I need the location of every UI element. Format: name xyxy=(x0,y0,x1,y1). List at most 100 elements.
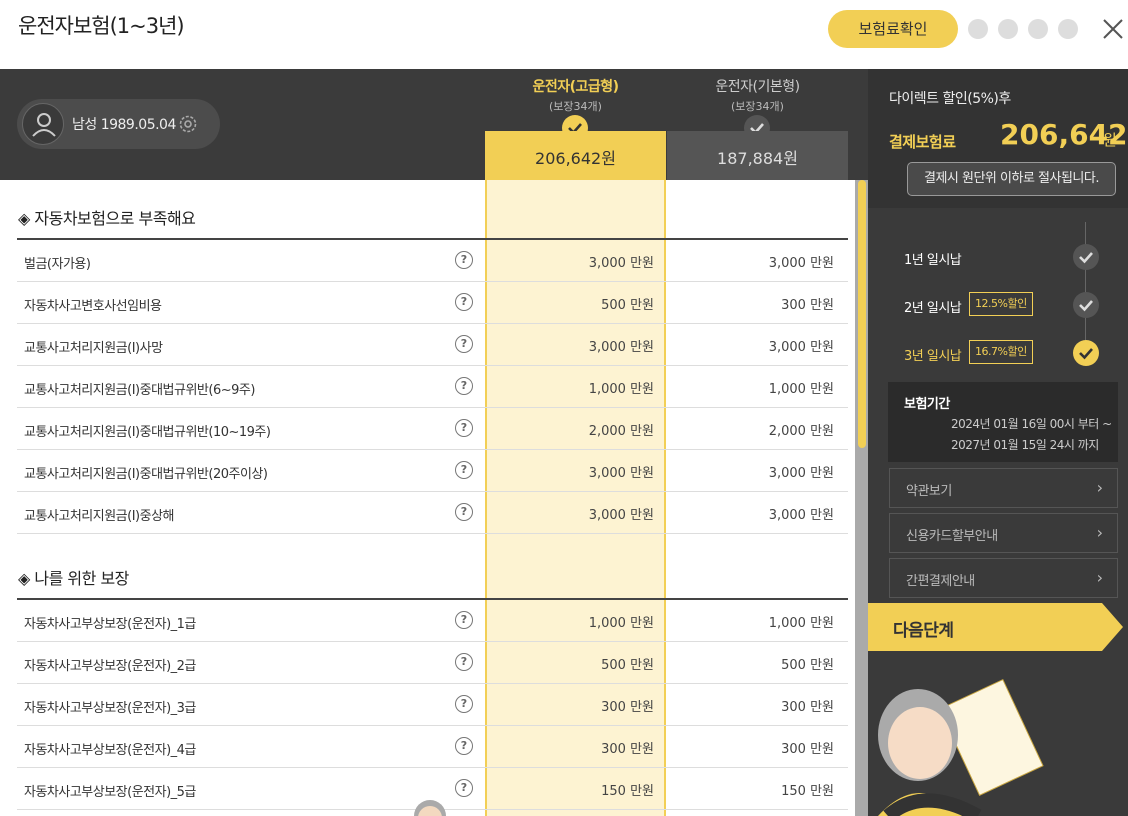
chevron-right-icon: › xyxy=(1096,478,1103,497)
coverage-row: 자동차사고부상보장(운전자)_4급? 300 만원 300 만원 xyxy=(17,726,848,768)
term-option-2y[interactable]: 2년 일시납 xyxy=(904,297,962,316)
plan-premium-price[interactable]: 206,642원 xyxy=(485,131,666,180)
help-icon[interactable]: ? xyxy=(455,737,473,755)
coverage-value-premium: 150 만원 xyxy=(601,784,654,799)
coverage-row: 자동차사고부상보장(운전자)_3급? 300 만원 300 만원 xyxy=(17,684,848,726)
coverage-label: 교통사고처리지원금(I)사망 xyxy=(24,341,163,356)
coverage-value-basic: 2,000 만원 xyxy=(768,424,834,439)
coverage-value-premium: 500 만원 xyxy=(601,298,654,313)
plan-basic-price[interactable]: 187,884원 xyxy=(667,131,848,180)
check-icon[interactable] xyxy=(1073,340,1099,366)
coverage-label: 자동차사고부상보장(운전자)_5급 xyxy=(24,785,196,800)
step-dot xyxy=(1028,19,1048,39)
plan-premium-header[interactable]: 운전자(고급형) (보장34개) xyxy=(485,76,666,114)
coverage-value-basic: 300 만원 xyxy=(781,298,834,313)
help-icon[interactable]: ? xyxy=(455,293,473,311)
coverage-row: 교통사고처리지원금(I)중상해? 3,000 만원 3,000 만원 xyxy=(17,492,848,534)
step-dot xyxy=(968,19,988,39)
term-option-3y[interactable]: 3년 일시납 xyxy=(904,345,962,364)
coverage-label: 자동차사고변호사선임비용 xyxy=(24,299,162,314)
coverage-label: 벌금(자가용) xyxy=(24,257,91,272)
help-icon[interactable]: ? xyxy=(455,653,473,671)
character-illustration xyxy=(414,800,446,816)
card-installment-link-button[interactable]: 신용카드할부안내 › xyxy=(889,513,1118,553)
gear-icon[interactable] xyxy=(176,112,200,136)
coverage-value-premium: 1,000 만원 xyxy=(588,382,654,397)
plan-basic-sub: (보장34개) xyxy=(731,100,784,113)
help-icon[interactable]: ? xyxy=(455,377,473,395)
coverage-value-premium: 500 만원 xyxy=(601,658,654,673)
close-icon[interactable] xyxy=(1100,16,1126,42)
section-title: ◈ 나를 위한 보장 xyxy=(18,569,129,588)
coverage-label: 자동차사고부상보장(운전자)_3급 xyxy=(24,701,196,716)
chevron-right-icon: › xyxy=(1096,568,1103,587)
pay-label: 결제보험료 xyxy=(889,133,956,151)
coverage-label: 교통사고처리지원금(I)중대법규위반(20주이상) xyxy=(24,467,268,482)
scrollbar-thumb[interactable] xyxy=(858,180,866,448)
coverage-row: 자동차사고부상보장(운전자)_1급? 1,000 만원 1,000 만원 xyxy=(17,600,848,642)
help-icon[interactable]: ? xyxy=(455,419,473,437)
easy-pay-link-button[interactable]: 간편결제안내 › xyxy=(889,558,1118,598)
help-icon[interactable]: ? xyxy=(455,611,473,629)
next-step-label: 다음단계 xyxy=(893,621,954,641)
coverage-value-basic: 3,000 만원 xyxy=(768,508,834,523)
term-discount-badge: 16.7%할인 xyxy=(969,340,1033,364)
coverage-value-premium: 3,000 만원 xyxy=(588,256,654,271)
plan-premium-sub: (보장34개) xyxy=(549,100,602,113)
card-installment-link-label: 신용카드할부안내 xyxy=(906,529,998,544)
page-title: 운전자보험(1~3년) xyxy=(18,14,185,38)
coverage-value-premium: 3,000 만원 xyxy=(588,466,654,481)
insurance-period-to: 2027년 01월 15일 24시 까지 xyxy=(951,438,1099,452)
help-icon[interactable]: ? xyxy=(455,695,473,713)
pay-currency: 원 xyxy=(1103,131,1117,149)
terms-link-button[interactable]: 약관보기 › xyxy=(889,468,1118,508)
user-info-text: 남성 1989.05.04 xyxy=(72,117,176,133)
coverage-value-premium: 300 만원 xyxy=(601,742,654,757)
coverage-label: 교통사고처리지원금(I)중대법규위반(10~19주) xyxy=(24,425,271,440)
coverage-value-basic: 1,000 만원 xyxy=(768,616,834,631)
coverage-label: 교통사고처리지원금(I)중대법규위반(6~9주) xyxy=(24,383,255,398)
coverage-value-basic: 3,000 만원 xyxy=(768,340,834,355)
plan-basic-header[interactable]: 운전자(기본형) (보장34개) xyxy=(667,76,848,114)
coverage-row: 교통사고처리지원금(I)중대법규위반(20주이상)? 3,000 만원 3,000 … xyxy=(17,450,848,492)
section-title: ◈ 자동차보험으로 부족해요 xyxy=(18,209,196,228)
coverage-label: 자동차사고부상보장(운전자)_2급 xyxy=(24,659,196,674)
driver-illustration xyxy=(878,678,1044,816)
coverage-value-basic: 150 만원 xyxy=(781,784,834,799)
coverage-value-premium: 2,000 만원 xyxy=(588,424,654,439)
coverage-value-basic: 300 만원 xyxy=(781,742,834,757)
term-option-1y[interactable]: 1년 일시납 xyxy=(904,249,962,268)
help-icon[interactable]: ? xyxy=(455,335,473,353)
term-connector-line xyxy=(1085,222,1086,352)
coverage-value-basic: 3,000 만원 xyxy=(768,256,834,271)
coverage-label: 자동차사고부상보장(운전자)_4급 xyxy=(24,743,196,758)
coverage-value-basic: 500 만원 xyxy=(781,658,834,673)
coverage-row: 자동차사고변호사선임비용? 500 만원 300 만원 xyxy=(17,282,848,324)
help-icon[interactable]: ? xyxy=(455,779,473,797)
check-icon[interactable] xyxy=(1073,244,1099,270)
help-icon[interactable]: ? xyxy=(455,503,473,521)
coverage-value-premium: 1,000 만원 xyxy=(588,616,654,631)
coverage-row: 벌금(자가용)? 3,000 만원 3,000 만원 xyxy=(17,240,848,282)
easy-pay-link-label: 간편결제안내 xyxy=(906,574,975,589)
coverage-value-basic: 3,000 만원 xyxy=(768,466,834,481)
coverage-row: 교통사고처리지원금(I)사망? 3,000 만원 3,000 만원 xyxy=(17,324,848,366)
user-avatar-icon xyxy=(22,103,64,145)
coverage-value-basic: 1,000 만원 xyxy=(768,382,834,397)
premium-check-button[interactable]: 보험료확인 xyxy=(828,10,958,48)
plan-basic-name: 운전자(기본형) xyxy=(715,79,800,95)
step-dot xyxy=(1058,19,1078,39)
insurance-period-title: 보험기간 xyxy=(904,397,950,412)
coverage-row: 교통사고처리지원금(I)중대법규위반(10~19주)? 2,000 만원 2,000… xyxy=(17,408,848,450)
help-icon[interactable]: ? xyxy=(455,251,473,269)
terms-link-label: 약관보기 xyxy=(906,484,952,499)
help-icon[interactable]: ? xyxy=(455,461,473,479)
step-dot xyxy=(998,19,1018,39)
coverage-row: 자동차사고부상보장(운전자)_2급? 500 만원 500 만원 xyxy=(17,642,848,684)
check-icon[interactable] xyxy=(1073,292,1099,318)
coverage-value-premium: 3,000 만원 xyxy=(588,340,654,355)
coverage-value-basic: 300 만원 xyxy=(781,700,834,715)
coverage-label: 자동차사고부상보장(운전자)_1급 xyxy=(24,617,196,632)
plan-premium-name: 운전자(고급형) xyxy=(532,79,619,95)
rounding-tooltip: 결제시 원단위 이하로 절사됩니다. xyxy=(907,162,1116,196)
